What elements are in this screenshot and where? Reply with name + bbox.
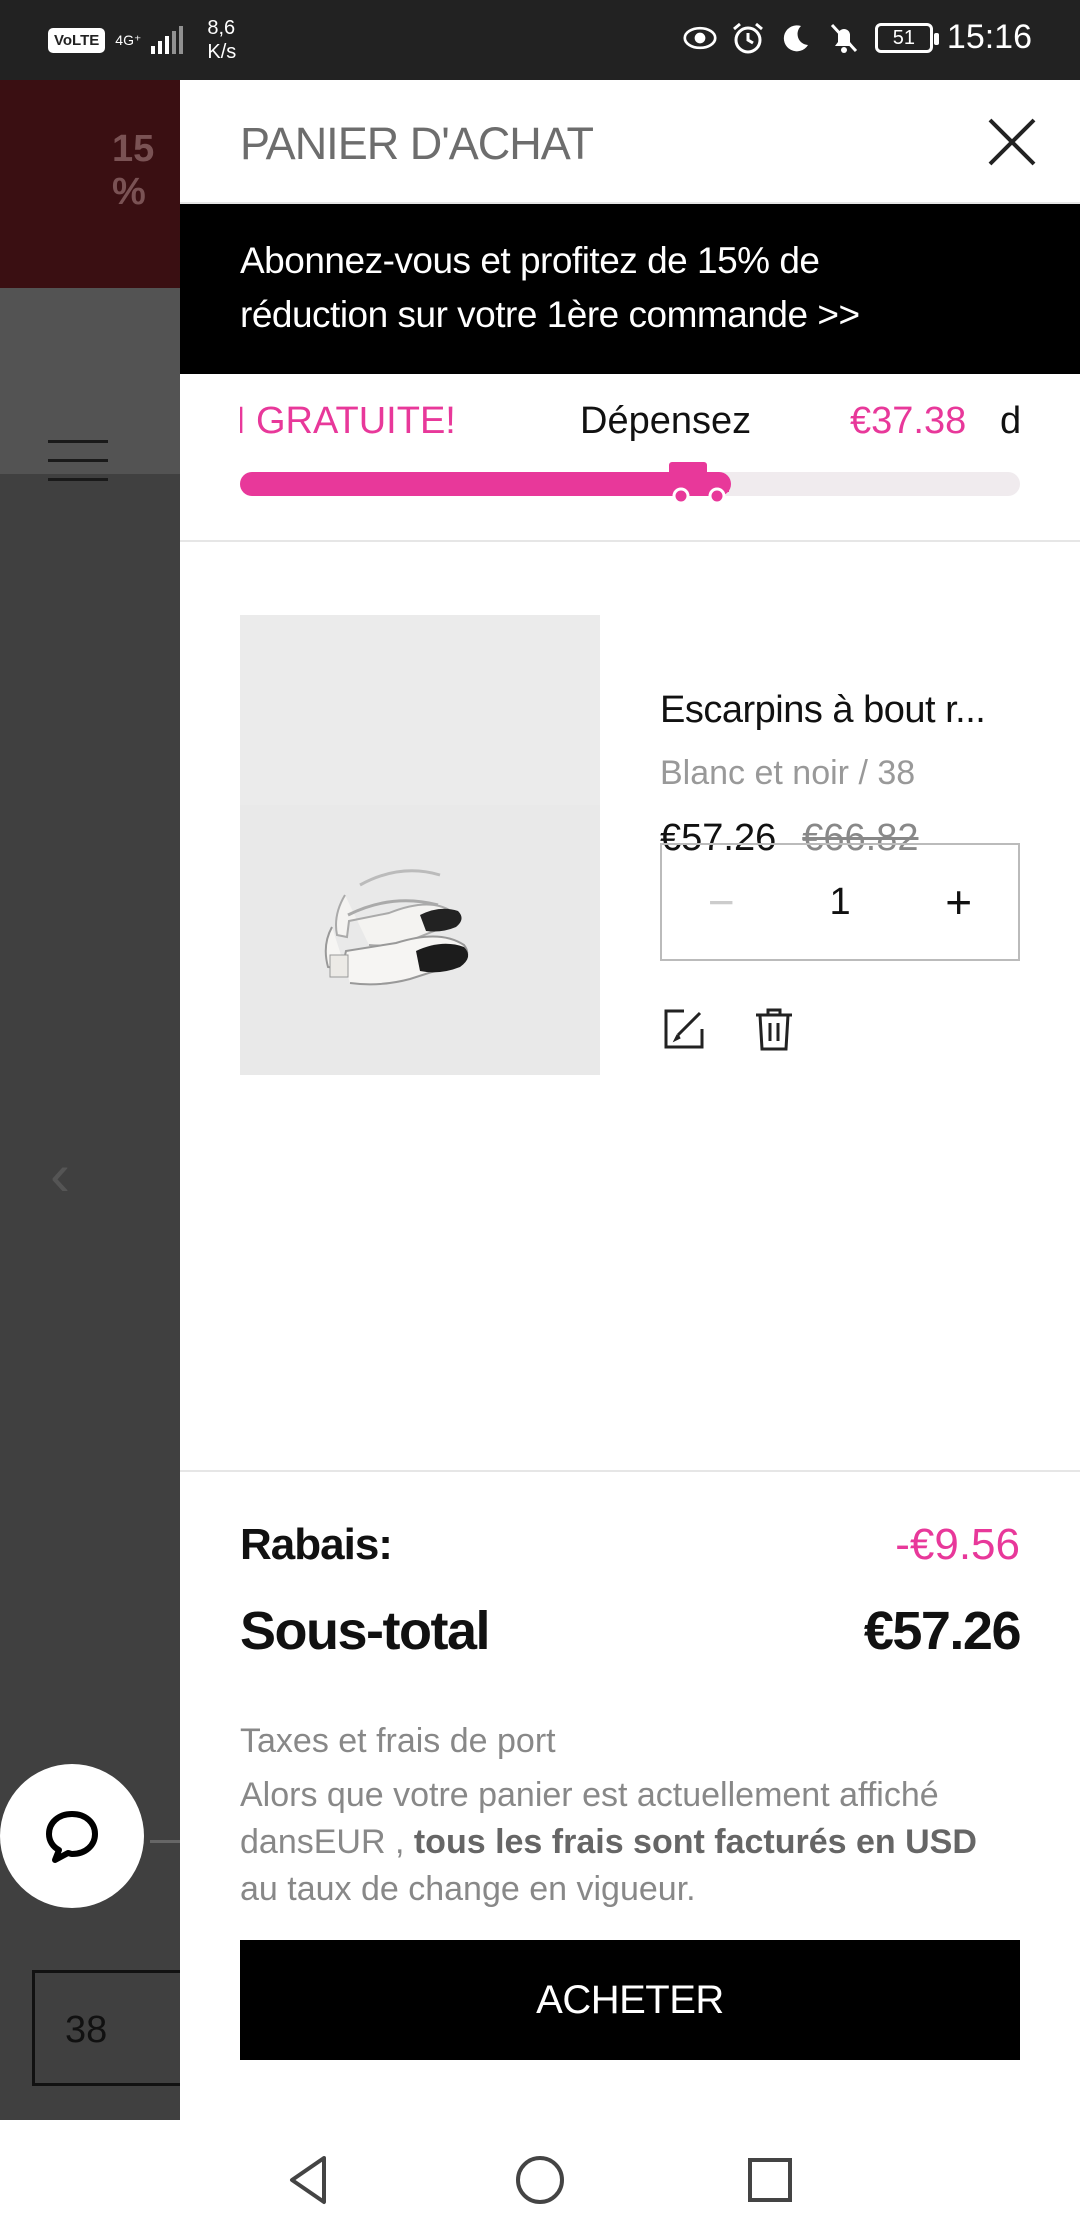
product-name[interactable]: Escarpins à bout r... bbox=[660, 689, 1020, 732]
discount-label: Rabais: bbox=[240, 1520, 393, 1569]
cart-summary: Rabais: -€9.56 Sous-total €57.26 Taxes e… bbox=[180, 1470, 1080, 2120]
truck-icon bbox=[669, 458, 731, 506]
back-icon[interactable] bbox=[280, 2150, 340, 2210]
shipping-remaining-amount: €37.38 bbox=[850, 400, 967, 442]
promo-line-2: réduction sur votre 1ère commande >> bbox=[240, 294, 860, 335]
signal-icon bbox=[151, 26, 184, 54]
hamburger-menu-icon bbox=[48, 440, 108, 497]
cart-header: PANIER D'ACHAT bbox=[180, 80, 1080, 204]
chat-bubble-icon bbox=[46, 1811, 98, 1863]
shipping-rest-text: de plus bbox=[1000, 400, 1020, 442]
volte-indicator: VoLTE bbox=[48, 27, 106, 53]
decrease-quantity-button[interactable]: − bbox=[662, 875, 781, 929]
status-bar: VoLTE 4G⁺ 8,6 K/s 51 15:16 bbox=[0, 0, 1080, 80]
battery-icon: 51 bbox=[874, 22, 939, 53]
network-speed: 8,6 K/s bbox=[207, 17, 237, 63]
product-info: Escarpins à bout r... Blanc et noir / 38… bbox=[660, 615, 1020, 860]
shipping-free-text: N GRATUITE! bbox=[240, 400, 456, 442]
edit-icon[interactable] bbox=[660, 1005, 708, 1053]
free-shipping-progress: N GRATUITE! Dépensez €37.38 de plus bbox=[180, 374, 1080, 542]
recents-icon[interactable] bbox=[740, 2150, 800, 2210]
subtotal-value: €57.26 bbox=[863, 1601, 1022, 1661]
moon-icon bbox=[779, 21, 813, 55]
trash-icon[interactable] bbox=[750, 1005, 798, 1053]
shipping-spend-label: Dépensez bbox=[580, 400, 752, 442]
clock: 15:16 bbox=[946, 18, 1032, 56]
alarm-icon bbox=[731, 21, 765, 55]
product-variant: Blanc et noir / 38 bbox=[660, 754, 916, 792]
system-navigation-bar bbox=[0, 2120, 1080, 2240]
subtotal-row: Sous-total €57.26 bbox=[240, 1600, 1022, 1662]
increase-quantity-button[interactable]: + bbox=[899, 875, 1018, 929]
cart-drawer: PANIER D'ACHAT Abonnez-vous et profitez … bbox=[180, 80, 1080, 2120]
close-button[interactable] bbox=[984, 114, 1040, 170]
currency-note: Alors que votre panier est actuellement … bbox=[240, 1776, 977, 1908]
network-type: 4G⁺ bbox=[115, 32, 142, 48]
divider bbox=[150, 1840, 180, 1843]
item-actions bbox=[660, 1005, 798, 1053]
chat-button[interactable] bbox=[0, 1764, 144, 1908]
subtotal-label: Sous-total bbox=[240, 1601, 491, 1661]
chevron-left-icon: ‹ bbox=[50, 1141, 70, 1208]
discount-value: -€9.56 bbox=[895, 1520, 1020, 1569]
taxes-title: Taxes et frais de port bbox=[240, 1722, 556, 1760]
size-box: 38 bbox=[32, 1970, 180, 2086]
background-banner: 15 % bbox=[0, 80, 180, 288]
shipping-progress-fill bbox=[240, 472, 731, 496]
home-icon[interactable] bbox=[510, 2150, 570, 2210]
promo-line-1: Abonnez-vous et profitez de 15% de bbox=[240, 240, 820, 281]
newsletter-promo-banner[interactable]: Abonnez-vous et profitez de 15% de réduc… bbox=[180, 204, 1080, 374]
bell-muted-icon bbox=[827, 21, 861, 55]
quantity-stepper: − 1 + bbox=[660, 843, 1020, 961]
checkout-button[interactable]: ACHETER bbox=[240, 1940, 1020, 2060]
shipping-progress-track bbox=[240, 462, 1020, 505]
close-icon bbox=[988, 118, 1036, 166]
discount-row: Rabais: -€9.56 bbox=[240, 1520, 1020, 1570]
cart-title: PANIER D'ACHAT bbox=[240, 118, 594, 169]
quantity-value: 1 bbox=[829, 880, 851, 923]
eye-icon bbox=[683, 21, 717, 55]
banner-text: 15 % bbox=[112, 128, 155, 213]
shipping-ticker: N GRATUITE! Dépensez €37.38 de plus bbox=[240, 400, 1020, 450]
product-image[interactable] bbox=[240, 615, 600, 1075]
